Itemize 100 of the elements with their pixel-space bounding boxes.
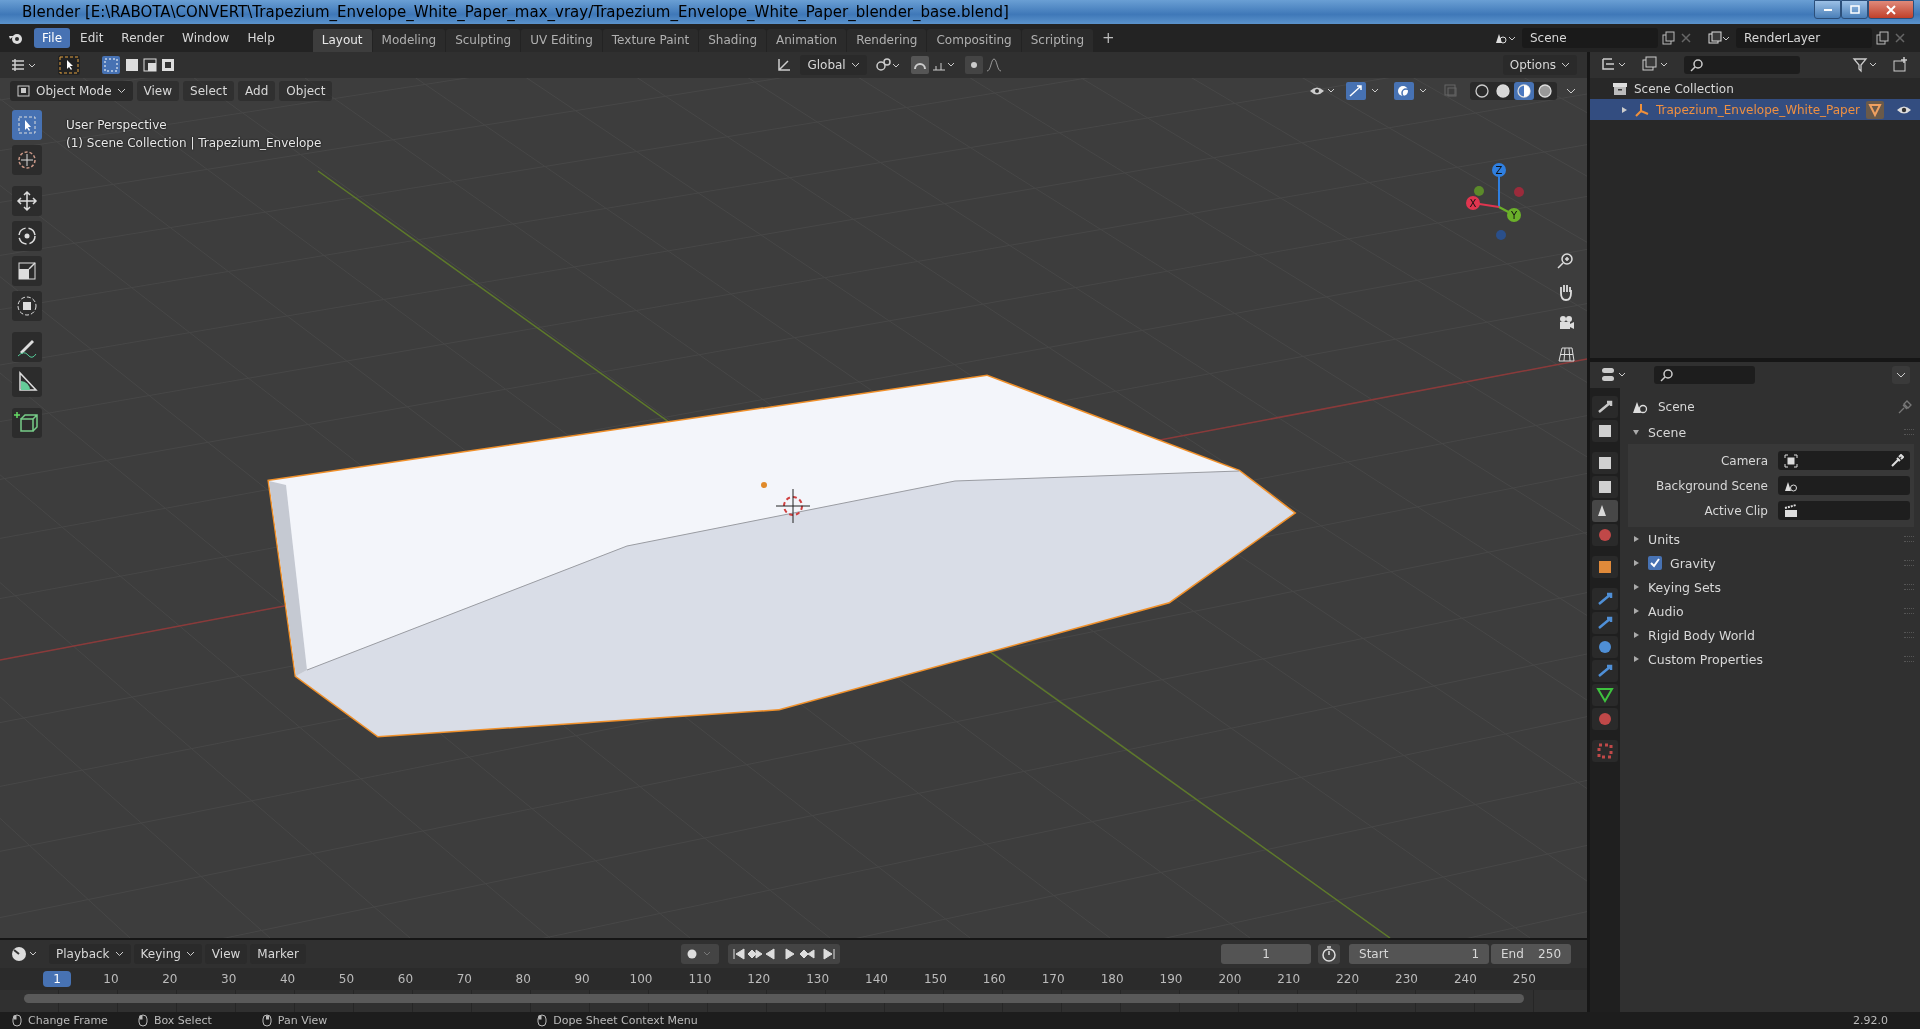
- scene-field[interactable]: Scene: [1522, 28, 1658, 48]
- rendered-shading-icon[interactable]: [1535, 82, 1555, 100]
- scrollbar[interactable]: [24, 994, 1524, 1003]
- expand-arrow-icon[interactable]: [1632, 428, 1640, 436]
- workspace-tab[interactable]: Scripting: [1021, 29, 1094, 52]
- image-stack-icon[interactable]: [1708, 31, 1730, 45]
- workspace-tab[interactable]: Animation: [767, 29, 847, 52]
- clip-field[interactable]: [1778, 501, 1910, 520]
- workspace-tab[interactable]: Sculpting: [446, 29, 521, 52]
- menu-item[interactable]: View: [136, 81, 180, 101]
- orientation-dropdown[interactable]: Global: [800, 55, 867, 75]
- menu-item[interactable]: Edit: [72, 28, 112, 48]
- stopwatch-icon[interactable]: [1318, 944, 1340, 964]
- workspace-tab[interactable]: Modeling: [372, 29, 446, 52]
- frame-number: 210: [1276, 972, 1302, 986]
- panel-title[interactable]: Audio: [1648, 603, 1684, 619]
- menu-item[interactable]: File: [34, 28, 71, 48]
- panel-title[interactable]: Keying Sets: [1648, 579, 1721, 595]
- search-field[interactable]: [1654, 366, 1755, 384]
- annotate-tool-icon[interactable]: [12, 332, 42, 362]
- add-cube-tool-icon[interactable]: [12, 408, 42, 438]
- menu-item[interactable]: Select: [183, 81, 235, 101]
- expand-arrow-icon[interactable]: [1632, 535, 1640, 543]
- end-frame-field[interactable]: End 250: [1491, 944, 1571, 964]
- menu-item[interactable]: Render: [113, 28, 173, 48]
- caret-icon[interactable]: [1565, 86, 1577, 96]
- expand-arrow-icon[interactable]: [1632, 655, 1640, 663]
- copy-icon[interactable]: [1876, 31, 1890, 45]
- checkbox[interactable]: [1648, 556, 1662, 570]
- panel-title[interactable]: Units: [1648, 531, 1680, 547]
- transform-tool-icon[interactable]: [12, 291, 42, 321]
- select-tool-icon[interactable]: [58, 55, 80, 75]
- envelope-model[interactable]: [267, 374, 1297, 738]
- copy-icon[interactable]: [1662, 31, 1676, 45]
- 3d-cursor-icon[interactable]: [775, 488, 811, 524]
- options-dropdown[interactable]: Options: [1502, 55, 1577, 75]
- menu-item[interactable]: Object: [279, 81, 333, 101]
- physics-tab-icon[interactable]: [1592, 636, 1618, 658]
- record-icon[interactable]: [680, 944, 719, 964]
- menu-item[interactable]: Keying: [133, 944, 202, 964]
- workspace-tab[interactable]: Layout: [312, 29, 372, 52]
- workspace-tab[interactable]: Rendering: [847, 29, 927, 52]
- material-shading-icon[interactable]: [1514, 82, 1534, 100]
- data-tab-icon[interactable]: [1592, 684, 1618, 706]
- expand-arrow-icon[interactable]: [1632, 631, 1640, 639]
- rotate-tool-icon[interactable]: [12, 221, 42, 251]
- scene-tab-icon[interactable]: [1592, 500, 1618, 522]
- current-frame-marker[interactable]: 1: [43, 971, 71, 987]
- mesh-data-icon[interactable]: [1866, 100, 1884, 119]
- workspace-tab[interactable]: Texture Paint: [602, 29, 699, 52]
- panel-title[interactable]: Gravity: [1670, 555, 1716, 571]
- axis-gizmo[interactable]: Z X Y: [1459, 162, 1539, 242]
- wireframe-shading-icon[interactable]: [1472, 82, 1492, 100]
- playback-controls[interactable]: [727, 944, 840, 964]
- workspace-tab[interactable]: UV Editing: [521, 29, 602, 52]
- new-collection-icon[interactable]: [1892, 56, 1910, 74]
- add-workspace-button[interactable]: +: [1094, 25, 1123, 52]
- cursor-tool-icon[interactable]: [12, 145, 42, 175]
- scene-field[interactable]: [1778, 476, 1910, 495]
- workspace-tab[interactable]: Compositing: [927, 29, 1021, 52]
- snap-icon[interactable]: [910, 56, 957, 74]
- maximize-button[interactable]: [1841, 0, 1868, 19]
- panel-title[interactable]: Scene: [1648, 424, 1687, 440]
- expand-arrow-icon[interactable]: [1632, 607, 1640, 615]
- eyedropper-icon[interactable]: [1890, 453, 1904, 468]
- search-field[interactable]: [1684, 56, 1800, 74]
- menu-item[interactable]: Window: [174, 28, 238, 48]
- current-frame-field[interactable]: 1: [1221, 944, 1311, 964]
- expand-arrow-icon[interactable]: [1632, 559, 1640, 567]
- start-frame-field[interactable]: Start 1: [1349, 944, 1489, 964]
- close-button[interactable]: [1868, 0, 1914, 19]
- texture-tab-icon[interactable]: [1592, 740, 1618, 762]
- world-tab-icon[interactable]: [1592, 524, 1618, 546]
- expand-arrow-icon[interactable]: [1632, 583, 1640, 591]
- move-tool-icon[interactable]: [12, 186, 42, 216]
- blender-logo-icon[interactable]: [8, 31, 24, 45]
- minimize-button[interactable]: [1814, 0, 1841, 19]
- menu-item[interactable]: Playback: [49, 944, 131, 964]
- workspace-tab[interactable]: Shading: [699, 29, 766, 52]
- pin-icon[interactable]: [1898, 400, 1912, 414]
- menu-item[interactable]: View: [204, 944, 248, 964]
- caret-icon[interactable]: [1892, 366, 1910, 384]
- measure-tool-icon[interactable]: [12, 367, 42, 397]
- scale-tool-icon[interactable]: [12, 256, 42, 286]
- close-icon[interactable]: [1680, 32, 1692, 44]
- view-layer-field[interactable]: RenderLayer: [1736, 28, 1872, 48]
- orientation-icon[interactable]: [776, 57, 793, 73]
- collection-name[interactable]: Scene Collection: [1634, 81, 1734, 96]
- menu-item[interactable]: Marker: [250, 944, 306, 964]
- camera-field[interactable]: [1778, 451, 1910, 470]
- menu-item[interactable]: Add: [238, 81, 276, 101]
- mode-dropdown[interactable]: Object Mode: [10, 81, 133, 101]
- close-icon[interactable]: [1894, 32, 1906, 44]
- menu-item[interactable]: Help: [239, 28, 283, 48]
- panel-title[interactable]: Custom Properties: [1648, 651, 1764, 667]
- solid-shading-icon[interactable]: [1493, 82, 1513, 100]
- object-tab-icon[interactable]: [1592, 556, 1618, 578]
- material-tab-icon[interactable]: [1592, 708, 1618, 730]
- panel-title[interactable]: Rigid Body World: [1648, 627, 1755, 643]
- expand-arrow-icon[interactable]: [1620, 105, 1628, 114]
